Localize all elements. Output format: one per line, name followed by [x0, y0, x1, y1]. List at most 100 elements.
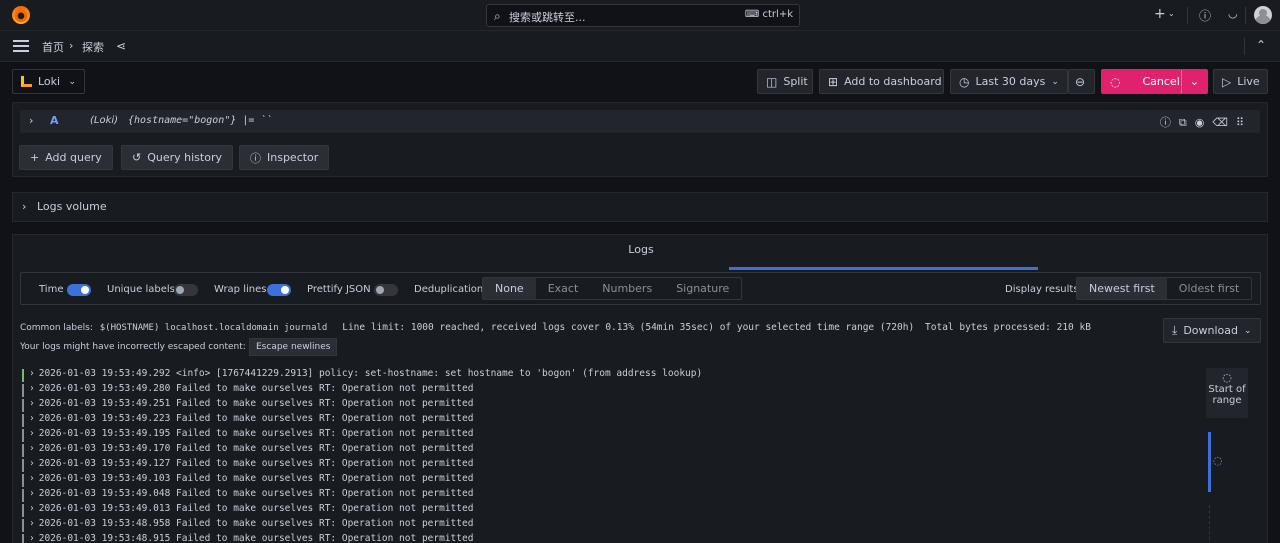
- avatar[interactable]: [1254, 6, 1272, 24]
- split-label: Split: [783, 75, 808, 88]
- log-row-expand-icon[interactable]: ›: [29, 413, 35, 424]
- search-input[interactable]: ⌕ 搜索或跳转至... ⌨ ctrl+k: [486, 4, 800, 27]
- search-placeholder: 搜索或跳转至...: [509, 11, 586, 24]
- log-navigation-range-bar[interactable]: [1208, 432, 1211, 492]
- log-row-expand-icon[interactable]: ›: [29, 398, 35, 409]
- inspector-label: Inspector: [267, 151, 319, 164]
- time-toggle-label: Time: [39, 284, 64, 295]
- add-to-dashboard-button[interactable]: ⊞ Add to dashboard: [819, 69, 944, 94]
- log-row[interactable]: › 2026-01-03 19:53:49.013 Failed to make …: [22, 503, 1202, 518]
- log-row[interactable]: › 2026-01-03 19:53:49.251 Failed to make …: [22, 398, 1202, 413]
- wrap-lines-toggle[interactable]: [267, 284, 291, 296]
- time-toggle[interactable]: [67, 284, 91, 296]
- start-of-range-button[interactable]: ◌ Start of range: [1206, 368, 1248, 418]
- chevron-down-icon[interactable]: ⌄: [1181, 70, 1207, 93]
- play-icon: ▷: [1222, 74, 1232, 89]
- log-row-expand-icon[interactable]: ›: [29, 443, 35, 454]
- history-icon: ↺: [132, 151, 142, 164]
- query-expression[interactable]: {hostname="bogon"} |= ``: [128, 115, 273, 126]
- prettify-json-toggle[interactable]: [374, 284, 398, 296]
- time-range-label: Last 30 days: [975, 75, 1046, 88]
- log-row-text: 2026-01-03 19:53:48.958 Failed to make o…: [38, 518, 474, 529]
- search-shortcut: ⌨ ctrl+k: [744, 9, 793, 20]
- log-row-expand-icon[interactable]: ›: [29, 503, 35, 514]
- sort-newest-first[interactable]: Newest first: [1077, 278, 1167, 299]
- zoom-out-button[interactable]: ⊖: [1068, 69, 1095, 94]
- log-row[interactable]: › 2026-01-03 19:53:49.048 Failed to make …: [22, 488, 1202, 503]
- apps-icon: ⊞: [828, 74, 839, 89]
- unique-labels-toggle[interactable]: [174, 284, 198, 296]
- query-history-button[interactable]: ↺ Query history: [121, 145, 233, 170]
- prettify-json-toggle-label: Prettify JSON: [307, 284, 371, 295]
- chevron-down-icon[interactable]: ⌄: [1168, 9, 1175, 18]
- log-row-text: 2026-01-03 19:53:48.915 Failed to make o…: [38, 533, 474, 543]
- eye-icon[interactable]: ◉: [1195, 116, 1213, 129]
- line-limit-info: Line limit: 1000 reached, received logs …: [342, 322, 915, 333]
- log-row[interactable]: › 2026-01-03 19:53:48.915 Failed to make …: [22, 533, 1202, 543]
- log-row-expand-icon[interactable]: ›: [29, 368, 35, 379]
- chevron-down-icon: ⌄: [1244, 325, 1252, 336]
- chevron-up-icon[interactable]: ⌃: [1256, 38, 1266, 52]
- divider: [1187, 7, 1188, 24]
- dedup-none[interactable]: None: [483, 278, 536, 299]
- log-row-expand-icon[interactable]: ›: [29, 428, 35, 439]
- escape-newlines-button[interactable]: Escape newlines: [249, 338, 338, 356]
- datasource-picker[interactable]: Loki ⌄: [12, 69, 85, 94]
- cancel-label: Cancel: [1142, 75, 1180, 88]
- common-labels-value: $(HOSTNAME) localhost.localdomain journa…: [99, 323, 328, 333]
- search-icon: ⌕: [494, 9, 501, 23]
- log-row-expand-icon[interactable]: ›: [29, 533, 35, 543]
- log-row-expand-icon[interactable]: ›: [29, 383, 35, 394]
- log-row-expand-icon[interactable]: ›: [29, 458, 35, 469]
- rss-icon[interactable]: ◡: [1228, 7, 1238, 20]
- query-ref-id[interactable]: A: [50, 114, 59, 127]
- log-row-expand-icon[interactable]: ›: [29, 518, 35, 529]
- log-row[interactable]: › 2026-01-03 19:53:49.195 Failed to make …: [22, 428, 1202, 443]
- datasource-name: Loki: [38, 75, 61, 88]
- query-datasource: (Loki): [90, 115, 119, 126]
- log-row[interactable]: › 2026-01-03 19:53:49.170 Failed to make …: [22, 443, 1202, 458]
- chevron-down-icon: ⌄: [68, 76, 76, 87]
- log-row[interactable]: › 2026-01-03 19:53:49.127 Failed to make …: [22, 458, 1202, 473]
- dedup-numbers[interactable]: Numbers: [590, 278, 664, 299]
- clock-icon: ◷: [959, 74, 970, 89]
- drag-handle-icon[interactable]: ⠿: [1236, 116, 1252, 129]
- log-row[interactable]: › 2026-01-03 19:53:49.292 <info> [1767441…: [22, 368, 1202, 383]
- menu-icon[interactable]: [13, 40, 29, 52]
- log-row[interactable]: › 2026-01-03 19:53:49.103 Failed to make …: [22, 473, 1202, 488]
- share-icon[interactable]: ⋖: [116, 39, 126, 53]
- logs-title: Logs: [628, 243, 654, 256]
- split-button[interactable]: ◫ Split: [757, 69, 813, 94]
- help-icon[interactable]: ⓘ: [1199, 7, 1211, 24]
- log-row[interactable]: › 2026-01-03 19:53:49.280 Failed to make …: [22, 383, 1202, 398]
- time-range-picker[interactable]: ◷ Last 30 days ⌄: [950, 69, 1068, 94]
- breadcrumb-home[interactable]: 首页: [42, 39, 64, 55]
- add-query-button[interactable]: + Add query: [19, 145, 113, 170]
- live-label: Live: [1237, 75, 1260, 88]
- log-row-expand-icon[interactable]: ›: [29, 488, 35, 499]
- log-row-text: 2026-01-03 19:53:49.280 Failed to make o…: [38, 383, 474, 394]
- plus-icon[interactable]: +: [1154, 6, 1166, 22]
- logs-volume-panel[interactable]: › Logs volume: [12, 192, 1268, 222]
- help-icon[interactable]: ⓘ: [1160, 116, 1179, 129]
- log-row[interactable]: › 2026-01-03 19:53:48.958 Failed to make …: [22, 518, 1202, 533]
- copy-icon[interactable]: ⧉: [1179, 116, 1195, 129]
- dedup-exact[interactable]: Exact: [536, 278, 591, 299]
- sort-oldest-first[interactable]: Oldest first: [1167, 278, 1252, 299]
- dedup-signature[interactable]: Signature: [664, 278, 741, 299]
- chevron-right-icon[interactable]: ›: [29, 114, 33, 127]
- breadcrumb-separator: ›: [69, 39, 74, 52]
- inspector-button[interactable]: ⓘ Inspector: [239, 145, 330, 170]
- log-row-text: 2026-01-03 19:53:49.127 Failed to make o…: [38, 458, 474, 469]
- log-row[interactable]: › 2026-01-03 19:53:49.223 Failed to make …: [22, 413, 1202, 428]
- log-row-expand-icon[interactable]: ›: [29, 473, 35, 484]
- grafana-logo-icon[interactable]: [12, 6, 30, 24]
- query-row[interactable]: › A (Loki) {hostname="bogon"} |= `` ⓘ⧉◉⌫…: [20, 110, 1260, 133]
- live-button[interactable]: ▷ Live: [1213, 69, 1268, 94]
- download-button[interactable]: ⤓ Download ⌄: [1163, 318, 1261, 343]
- cancel-button[interactable]: ◌ Cancel ⌄: [1101, 69, 1208, 94]
- logs-volume-title: Logs volume: [37, 200, 107, 213]
- trash-icon[interactable]: ⌫: [1212, 116, 1236, 129]
- log-row-text: 2026-01-03 19:53:49.048 Failed to make o…: [38, 488, 474, 499]
- log-navigation-track: [1209, 505, 1210, 543]
